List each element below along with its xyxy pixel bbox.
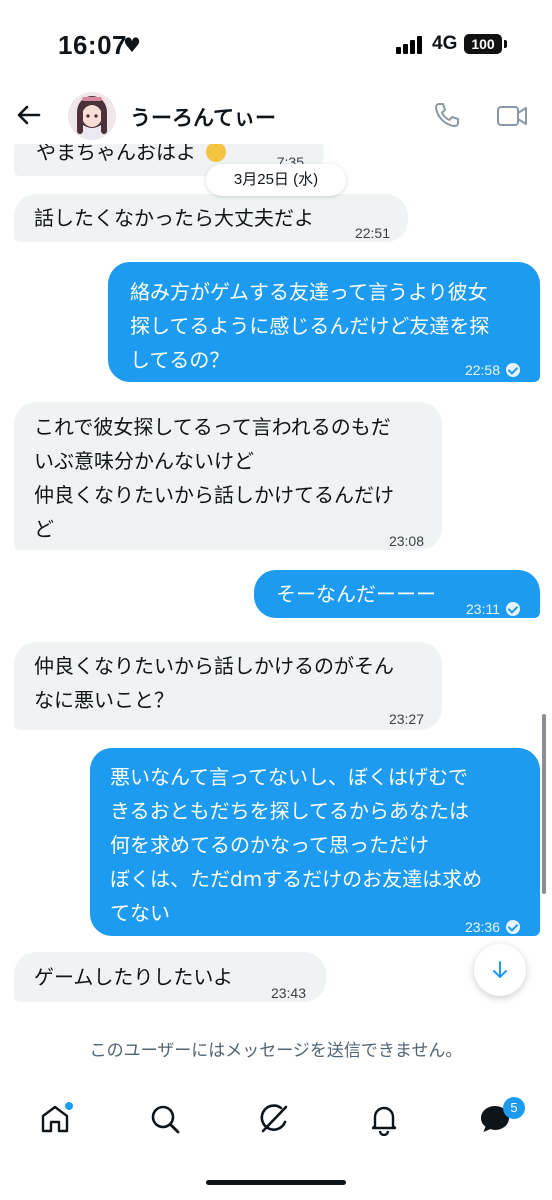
message-bubble[interactable]: そーなんだーーー 23:11	[254, 570, 540, 618]
message-time-label: 22:58	[464, 362, 500, 378]
battery-icon: 100	[464, 34, 502, 54]
back-button[interactable]	[14, 100, 44, 130]
search-icon	[151, 1105, 180, 1134]
date-separator: 3月25日 (水)	[206, 164, 346, 196]
message-text: 悪いなんて言ってないし、ぼくはげむで きるおともだちを探してるからあなたは 何を…	[110, 765, 483, 925]
scrollbar[interactable]	[542, 714, 546, 894]
phone-icon	[435, 103, 459, 127]
message-text: 絡み方がゲムする友達って言うより彼女 探してるように感じるんだけど友達を探 して…	[130, 280, 490, 372]
message-bubble[interactable]: 仲良くなりたいから話しかけるのがそん なに悪いこと？ 23:27	[14, 642, 442, 730]
message-time: 23:36	[465, 910, 520, 944]
notifications-tab[interactable]	[367, 1102, 401, 1137]
cannot-message-notice: このユーザーにはメッセージを送信できません。	[89, 1041, 463, 1061]
search-tab[interactable]	[148, 1102, 182, 1136]
home-indicator[interactable]	[206, 1180, 346, 1185]
grok-icon	[260, 1104, 288, 1133]
back-arrow-icon	[17, 105, 41, 125]
message-text: 話したくなかったら大丈夫だよ	[34, 206, 314, 230]
message-bubble[interactable]: 悪いなんて言ってないし、ぼくはげむで きるおともだちを探してるからあなたは 何を…	[90, 748, 540, 936]
message-bubble[interactable]: 話したくなかったら大丈夫だよ 22:51	[14, 194, 408, 242]
message-time: 23:08	[388, 533, 424, 549]
conversation-header: うーろんてぃー	[0, 88, 552, 144]
message-time-label: 23:36	[464, 919, 500, 935]
network-type: 4G	[432, 33, 458, 54]
message-time: 22:58	[465, 353, 520, 387]
contact-name[interactable]: うーろんてぃー	[130, 102, 276, 132]
bottom-navigation	[0, 1090, 552, 1150]
read-check-icon	[506, 920, 520, 934]
message-text: やまちゃんおはよ	[36, 144, 196, 164]
chevron-down-icon	[493, 961, 507, 978]
sleepy-emoji-icon	[206, 144, 227, 162]
message-time: 23:43	[270, 985, 306, 1001]
message-text: 仲良くなりたいから話しかけるのがそん なに悪いこと？	[34, 654, 394, 712]
message-time: 23:27	[388, 711, 424, 727]
grok-tab[interactable]	[257, 1102, 291, 1136]
message-time-label: 23:11	[466, 601, 500, 617]
message-list[interactable]: やまちゃんおはよ 7:35 3月25日 (水) 話したくなかったら大丈夫だよ 2…	[0, 144, 552, 1004]
read-check-icon	[506, 602, 520, 616]
avatar[interactable]	[68, 92, 116, 140]
messages-badge: 5	[503, 1097, 525, 1119]
battery-tip	[504, 40, 507, 48]
home-new-indicator	[65, 1102, 73, 1110]
call-button[interactable]	[432, 100, 462, 130]
heart-icon: ♥	[123, 33, 141, 57]
message-text: ゲームしたりしたいよ	[34, 965, 233, 989]
video-call-button[interactable]	[496, 102, 528, 130]
message-time: 22:51	[354, 225, 390, 241]
signal-icon	[396, 36, 426, 54]
read-check-icon	[506, 363, 520, 377]
bell-icon	[371, 1106, 397, 1137]
message-text: そーなんだーーー	[276, 582, 436, 606]
message-bubble[interactable]: 絡み方がゲムする友達って言うより彼女 探してるように感じるんだけど友達を探 して…	[108, 262, 540, 382]
message-bubble[interactable]: ゲームしたりしたいよ 23:43	[14, 952, 326, 1002]
message-text: これで彼女探してるって言われるのもだ いぶ意味分かんないけど 仲良くなりたいから…	[34, 415, 394, 541]
status-bar: 16:07 ♥ 4G 100	[0, 0, 552, 90]
video-icon	[497, 106, 527, 126]
status-time: 16:07	[58, 30, 127, 60]
scroll-to-bottom-button[interactable]	[474, 944, 526, 996]
message-time: 23:11	[466, 592, 520, 626]
message-bubble[interactable]: これで彼女探してるって言われるのもだ いぶ意味分かんないけど 仲良くなりたいから…	[14, 402, 442, 550]
